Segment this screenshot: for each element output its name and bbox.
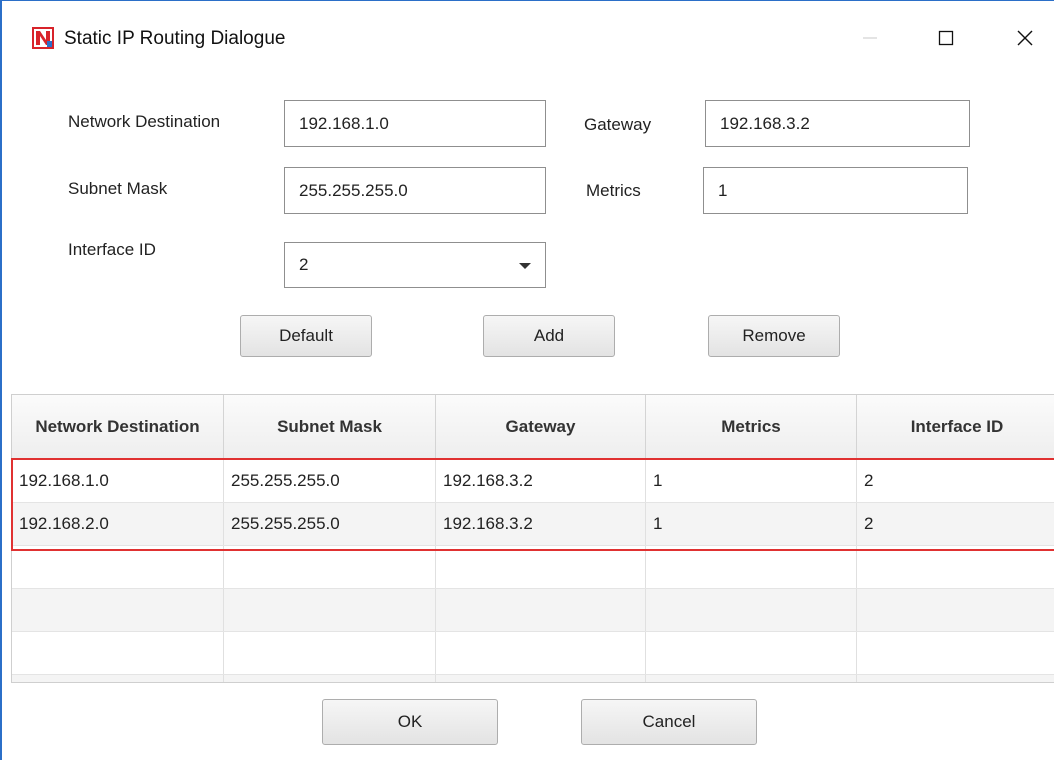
table-cell: 255.255.255.0 [224,503,436,545]
maximize-button[interactable] [923,19,969,57]
table-cell [224,675,436,682]
column-header-network-destination[interactable]: Network Destination [12,395,224,459]
column-header-interface-id[interactable]: Interface ID [857,395,1054,459]
table-cell: 192.168.2.0 [12,503,224,545]
default-button[interactable]: Default [240,315,372,357]
column-header-metrics[interactable]: Metrics [646,395,857,459]
table-cell: 1 [646,460,857,502]
network-destination-label: Network Destination [68,112,221,131]
table-cell [436,546,646,588]
table-cell [646,589,857,631]
table-cell [646,675,857,682]
table-cell [436,675,646,682]
minimize-button[interactable] [847,19,893,57]
table-cell [224,632,436,674]
minimize-icon [863,37,877,39]
metrics-label: Metrics [586,181,641,200]
table-cell: 1 [646,503,857,545]
ok-button[interactable]: OK [322,699,498,745]
app-logo-icon [32,27,54,49]
column-header-gateway[interactable]: Gateway [436,395,646,459]
subnet-mask-input[interactable]: 255.255.255.0 [284,167,546,214]
table-cell [436,589,646,631]
add-button[interactable]: Add [483,315,615,357]
table-row[interactable]: 192.168.1.0 255.255.255.0 192.168.3.2 1 … [12,460,1054,503]
network-destination-input[interactable]: 192.168.1.0 [284,100,546,147]
table-cell: 2 [864,514,874,533]
table-cell [224,546,436,588]
table-cell [436,632,646,674]
table-cell [646,546,857,588]
table-row[interactable]: 192.168.2.0 255.255.255.0 192.168.3.2 1 … [12,503,1054,546]
cancel-button[interactable]: Cancel [581,699,757,745]
chevron-down-icon [519,263,531,269]
gateway-input[interactable]: 192.168.3.2 [705,100,970,147]
empty-table-row[interactable] [12,589,1054,632]
table-cell: 2 [864,471,874,490]
static-ip-routing-dialog: Static IP Routing Dialogue Network Desti… [0,0,1054,760]
window-title: Static IP Routing Dialogue [64,28,286,49]
table-cell [12,589,224,631]
routes-table: Network Destination Subnet Mask Gateway … [11,394,1054,683]
interface-id-dropdown[interactable]: 2 [284,242,546,288]
close-icon [1017,30,1033,46]
table-cell [646,632,857,674]
table-cell [12,675,224,682]
table-cell: 192.168.1.0 [12,460,224,502]
empty-table-row[interactable] [12,632,1054,675]
table-cell: 192.168.3.2 [436,503,646,545]
table-cell [857,589,1054,631]
remove-button[interactable]: Remove [708,315,840,357]
table-cell [857,675,1054,682]
empty-table-row[interactable] [12,675,1054,682]
metrics-input[interactable]: 1 [703,167,968,214]
close-button[interactable] [1002,19,1048,57]
table-cell: 192.168.3.2 [436,460,646,502]
empty-table-row[interactable] [12,546,1054,589]
table-header: Network Destination Subnet Mask Gateway … [12,395,1054,460]
maximize-icon [938,30,954,46]
interface-id-selected-value: 2 [299,255,309,274]
table-cell [12,546,224,588]
table-cell: 255.255.255.0 [224,460,436,502]
table-cell [857,632,1054,674]
table-cell [224,589,436,631]
subnet-mask-label: Subnet Mask [68,179,168,198]
column-header-subnet-mask[interactable]: Subnet Mask [224,395,436,459]
table-cell [857,546,1054,588]
interface-id-label: Interface ID [68,240,156,259]
title-bar[interactable]: Static IP Routing Dialogue [2,1,1054,73]
gateway-label: Gateway [584,115,652,134]
table-cell [12,632,224,674]
